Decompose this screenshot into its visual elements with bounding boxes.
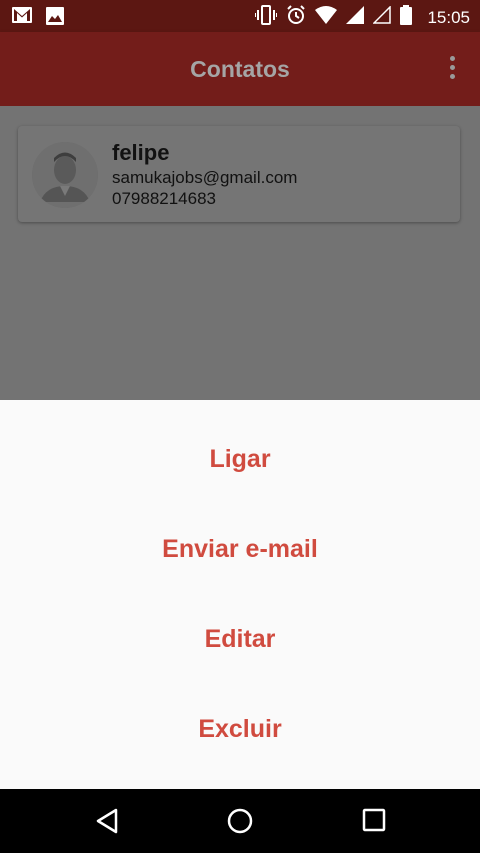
wifi-icon	[315, 6, 338, 29]
home-icon	[227, 808, 253, 834]
status-time: 15:05	[427, 7, 470, 27]
back-button[interactable]	[94, 807, 120, 840]
contact-phone: 07988214683	[112, 189, 217, 208]
contact-name: felipe	[112, 140, 170, 165]
delete-option[interactable]: Excluir	[0, 684, 480, 774]
signal-empty-icon	[372, 5, 392, 29]
battery-icon	[400, 5, 413, 30]
overflow-menu-button[interactable]	[446, 56, 458, 84]
gmail-icon	[12, 7, 32, 30]
status-bar: 15:05	[0, 0, 480, 32]
alarm-icon	[286, 5, 306, 30]
contact-list: felipe samukajobs@gmail.com 07988214683	[0, 106, 480, 400]
notification-icons	[12, 7, 64, 30]
send-email-option[interactable]: Enviar e-mail	[0, 504, 480, 594]
more-vert-icon	[449, 56, 455, 61]
page-title: Contatos	[190, 56, 290, 82]
home-button[interactable]	[226, 807, 254, 840]
vibrate-icon	[254, 5, 279, 30]
action-bottom-sheet: Ligar Enviar e-mail Editar Excluir	[0, 400, 480, 789]
image-icon	[46, 7, 64, 30]
edit-option[interactable]: Editar	[0, 594, 480, 684]
recents-button[interactable]	[361, 807, 387, 838]
back-icon	[96, 808, 118, 834]
recents-icon	[362, 808, 386, 832]
call-option[interactable]: Ligar	[0, 414, 480, 504]
contact-email: samukajobs@gmail.com	[112, 168, 298, 187]
contact-card[interactable]: felipe samukajobs@gmail.com 07988214683	[18, 126, 460, 222]
signal-icon	[346, 6, 365, 29]
app-bar: Contatos	[0, 32, 480, 106]
navigation-bar	[0, 789, 480, 853]
system-icons: 15:05	[254, 5, 470, 30]
avatar	[32, 142, 98, 208]
